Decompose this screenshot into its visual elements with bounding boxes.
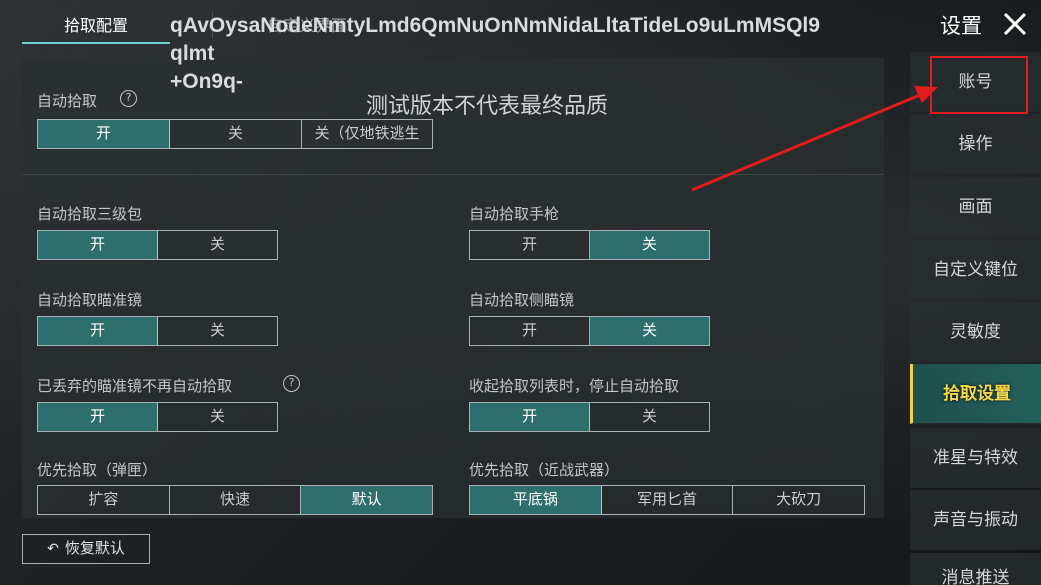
option-pan[interactable]: 平底锅 [470, 486, 602, 514]
sidebar-item-crosshair-effects[interactable]: 准星与特效 [910, 428, 1041, 488]
auto-pickup-label: 自动拾取 [37, 92, 98, 110]
undo-icon: ↶ [47, 541, 59, 557]
priority-mag-selector: 扩容 快速 默认 [37, 485, 433, 515]
option-on[interactable]: 开 [38, 231, 158, 259]
option-off[interactable]: 关 [158, 231, 277, 259]
sidebar-item-sound-vibration[interactable]: 声音与振动 [910, 490, 1041, 550]
priority-mag-label: 优先拾取（弹匣） [37, 461, 158, 479]
option-quick[interactable]: 快速 [170, 486, 302, 514]
sidebar-item-graphics[interactable]: 画面 [910, 177, 1041, 237]
help-icon[interactable]: ? [283, 375, 300, 392]
option-off[interactable]: 关 [590, 231, 709, 259]
auto-pickup-option-off[interactable]: 关 [170, 120, 302, 148]
sidebar-item-controls[interactable]: 操作 [910, 114, 1041, 174]
collapse-list-stop-label: 收起拾取列表时，停止自动拾取 [469, 377, 680, 395]
auto-pickup-scope-toggle: 开 关 [37, 316, 278, 346]
auto-pickup-lvl3-bag-label: 自动拾取三级包 [37, 205, 143, 223]
option-off[interactable]: 关 [590, 317, 709, 345]
discarded-scope-label: 已丢弃的瞄准镜不再自动拾取 [37, 377, 233, 395]
option-off[interactable]: 关 [158, 403, 277, 431]
section-divider [22, 174, 884, 175]
priority-melee-selector: 平底锅 军用匕首 大砍刀 [469, 485, 865, 515]
tab-divider [212, 12, 213, 38]
option-off[interactable]: 关 [590, 403, 709, 431]
test-version-notice: 测试版本不代表最终品质 [366, 94, 609, 119]
settings-title: 设置 [940, 14, 982, 38]
auto-pickup-option-metro-only[interactable]: 关（仅地铁逃生 [302, 120, 432, 148]
sidebar-item-custom-keys[interactable]: 自定义键位 [910, 240, 1041, 300]
auto-pickup-toggle: 开 关 关（仅地铁逃生 [37, 119, 433, 149]
close-icon[interactable] [1001, 10, 1029, 38]
option-dagger[interactable]: 军用匕首 [602, 486, 734, 514]
auto-pickup-pistol-label: 自动拾取手枪 [469, 205, 560, 223]
auto-pickup-side-scope-toggle: 开 关 [469, 316, 710, 346]
option-default[interactable]: 默认 [301, 486, 433, 514]
option-on[interactable]: 开 [470, 403, 590, 431]
help-icon[interactable]: ? [120, 90, 137, 107]
option-extended[interactable]: 扩容 [38, 486, 170, 514]
annotation-highlight-box [930, 56, 1028, 114]
auto-pickup-side-scope-label: 自动拾取侧瞄镜 [469, 291, 575, 309]
auto-pickup-scope-label: 自动拾取瞄准镜 [37, 291, 143, 309]
discarded-scope-toggle: 开 关 [37, 402, 278, 432]
collapse-list-stop-toggle: 开 关 [469, 402, 710, 432]
restore-default-label: 恢复默认 [64, 539, 125, 557]
option-machete[interactable]: 大砍刀 [733, 486, 864, 514]
auto-pickup-option-on[interactable]: 开 [38, 120, 170, 148]
option-on[interactable]: 开 [38, 403, 158, 431]
top-tab-bar: 拾取配置 自定义界面 [22, 0, 912, 46]
tab-pickup-config[interactable]: 拾取配置 [22, 8, 170, 44]
auto-pickup-lvl3-bag-toggle: 开 关 [37, 230, 278, 260]
tab-custom-interface[interactable]: 自定义界面 [232, 8, 382, 44]
sidebar-item-sensitivity[interactable]: 灵敏度 [910, 302, 1041, 362]
sidebar-item-pickup-settings[interactable]: 拾取设置 [910, 364, 1041, 424]
option-on[interactable]: 开 [38, 317, 158, 345]
auto-pickup-pistol-toggle: 开 关 [469, 230, 710, 260]
option-on[interactable]: 开 [470, 317, 590, 345]
sidebar-item-notifications[interactable]: 消息推送 [910, 553, 1041, 585]
option-on[interactable]: 开 [470, 231, 590, 259]
option-off[interactable]: 关 [158, 317, 277, 345]
restore-default-button[interactable]: ↶ 恢复默认 [22, 534, 150, 564]
priority-melee-label: 优先拾取（近战武器） [469, 461, 620, 479]
